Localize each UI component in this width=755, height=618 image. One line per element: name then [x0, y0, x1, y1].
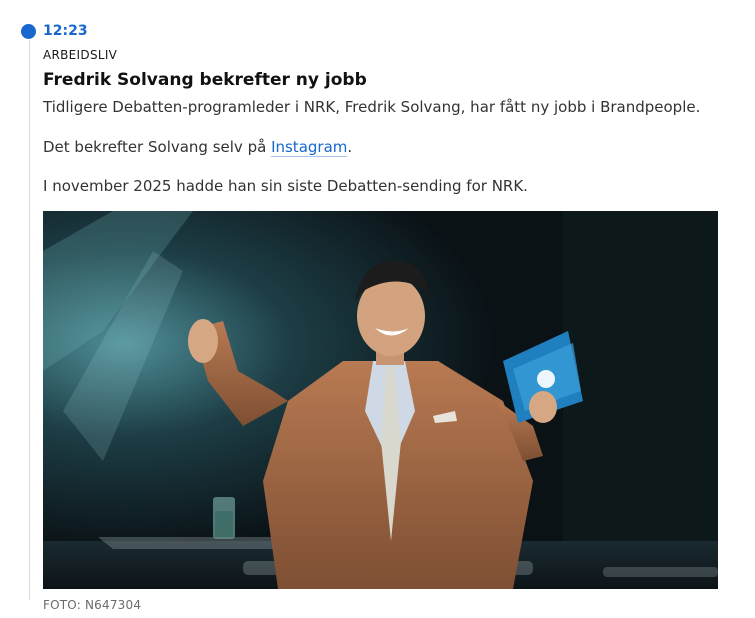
instagram-link[interactable]: Instagram: [271, 138, 348, 157]
entry-paragraph-with-link: Det bekrefter Solvang selv på Instagram.: [43, 138, 353, 157]
entry-paragraph: Tidligere Debatten-programleder i NRK, F…: [43, 98, 701, 116]
entry-paragraph: I november 2025 hadde han sin siste Deba…: [43, 177, 528, 195]
photo-credit: FOTO: N647304: [43, 598, 142, 612]
entry-category[interactable]: ARBEIDSLIV: [43, 48, 117, 62]
presenter-photo-illustration: [43, 211, 718, 589]
paragraph-text: Det bekrefter Solvang selv på: [43, 138, 272, 156]
entry-photo[interactable]: [43, 211, 718, 589]
timeline-line: [29, 40, 30, 600]
timeline-dot: [21, 24, 36, 39]
entry-headline: Fredrik Solvang bekrefter ny jobb: [43, 70, 367, 90]
paragraph-text-end: .: [347, 138, 353, 156]
entry-timestamp[interactable]: 12:23: [43, 23, 88, 39]
